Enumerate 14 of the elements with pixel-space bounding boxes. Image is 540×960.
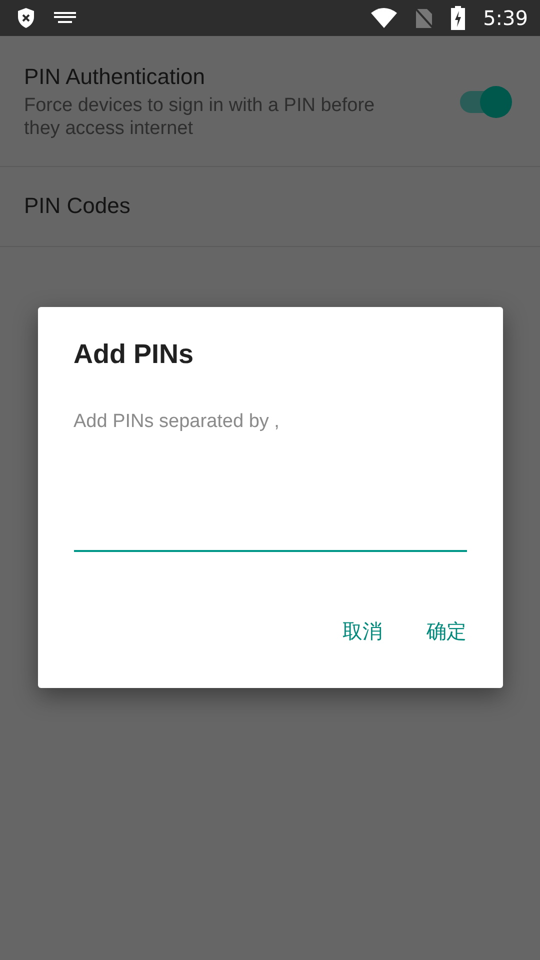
setting-title: PIN Codes [24,193,132,219]
wifi-icon [371,8,398,28]
toggle-switch[interactable] [460,85,512,119]
setting-title: PIN Authentication [24,64,206,90]
dialog-title: Add PINs [74,339,195,370]
confirm-button[interactable]: 确定 [418,612,474,651]
no-sim-icon [415,7,434,29]
status-time: 5:39 [483,6,528,30]
keyboard-icon [54,11,76,25]
shield-icon [16,7,36,29]
cancel-button[interactable]: 取消 [334,612,390,651]
battery-icon [451,6,466,30]
setting-summary: Force devices to sign in with a PIN before they access internet [24,94,376,140]
input-field[interactable]: Add PINs separated by , [74,410,466,552]
